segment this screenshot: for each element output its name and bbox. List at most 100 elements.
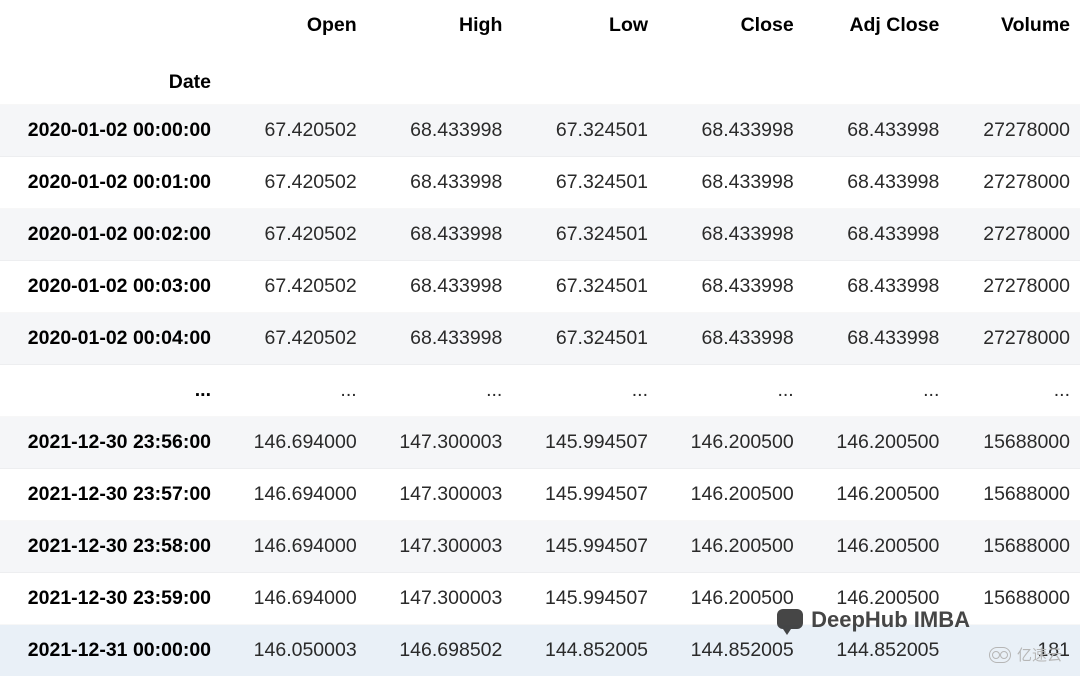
data-cell: 15688000 xyxy=(949,417,1080,469)
data-cell: 147.300003 xyxy=(367,521,513,573)
row-index-cell: 2020-01-02 00:02:00 xyxy=(0,209,221,261)
data-cell: 67.324501 xyxy=(512,261,658,313)
data-cell: 68.433998 xyxy=(367,209,513,261)
row-index-cell: 2021-12-30 23:59:00 xyxy=(0,573,221,625)
data-cell: 146.200500 xyxy=(658,573,804,625)
data-cell: 146.694000 xyxy=(221,469,367,521)
data-cell: 67.420502 xyxy=(221,261,367,313)
data-cell: 145.994507 xyxy=(512,469,658,521)
column-header-adj-close: Adj Close xyxy=(804,0,950,51)
data-cell: ... xyxy=(804,365,950,417)
data-cell: 67.324501 xyxy=(512,313,658,365)
data-cell: 144.852005 xyxy=(804,625,950,676)
data-cell: 27278000 xyxy=(949,105,1080,157)
data-cell: 67.420502 xyxy=(221,157,367,209)
data-cell: 68.433998 xyxy=(804,313,950,365)
data-cell: 15688000 xyxy=(949,521,1080,573)
data-cell: 68.433998 xyxy=(658,105,804,157)
data-cell: 68.433998 xyxy=(804,209,950,261)
row-index-cell: 2020-01-02 00:01:00 xyxy=(0,157,221,209)
index-label: Date xyxy=(0,51,221,105)
data-cell: 68.433998 xyxy=(658,261,804,313)
row-index-cell: 2020-01-02 00:00:00 xyxy=(0,105,221,157)
column-header-low: Low xyxy=(512,0,658,51)
data-cell: 68.433998 xyxy=(658,313,804,365)
column-header-volume: Volume xyxy=(949,0,1080,51)
index-header-blank xyxy=(0,0,221,51)
data-cell: 15688000 xyxy=(949,573,1080,625)
data-cell: ... xyxy=(949,365,1080,417)
data-cell: ... xyxy=(658,365,804,417)
data-cell: 67.420502 xyxy=(221,105,367,157)
data-cell: 68.433998 xyxy=(658,157,804,209)
data-cell: 68.433998 xyxy=(658,209,804,261)
data-cell: 27278000 xyxy=(949,261,1080,313)
data-cell: 146.200500 xyxy=(658,521,804,573)
table-row: ..................... xyxy=(0,365,1080,417)
table-row: 2020-01-02 00:03:0067.42050268.43399867.… xyxy=(0,261,1080,313)
data-cell: 68.433998 xyxy=(804,105,950,157)
data-cell: 68.433998 xyxy=(804,157,950,209)
data-cell: 147.300003 xyxy=(367,469,513,521)
column-header-open: Open xyxy=(221,0,367,51)
row-index-cell: 2020-01-02 00:04:00 xyxy=(0,313,221,365)
table-row: 2021-12-30 23:56:00146.694000147.3000031… xyxy=(0,417,1080,469)
data-cell: 68.433998 xyxy=(367,261,513,313)
row-index-cell: 2020-01-02 00:03:00 xyxy=(0,261,221,313)
data-cell: 145.994507 xyxy=(512,573,658,625)
column-header-close: Close xyxy=(658,0,804,51)
data-cell: 67.324501 xyxy=(512,105,658,157)
data-cell: 67.324501 xyxy=(512,209,658,261)
data-cell: 67.420502 xyxy=(221,313,367,365)
data-cell: 68.433998 xyxy=(804,261,950,313)
data-cell: 145.994507 xyxy=(512,417,658,469)
data-cell: 181 xyxy=(949,625,1080,676)
data-cell: ... xyxy=(512,365,658,417)
column-header-high: High xyxy=(367,0,513,51)
table-row: 2021-12-31 00:00:00146.050003146.6985021… xyxy=(0,625,1080,676)
data-cell: 146.050003 xyxy=(221,625,367,676)
table-row: 2020-01-02 00:02:0067.42050268.43399867.… xyxy=(0,209,1080,261)
data-cell: 27278000 xyxy=(949,209,1080,261)
table-row: 2021-12-30 23:58:00146.694000147.3000031… xyxy=(0,521,1080,573)
data-cell: 145.994507 xyxy=(512,521,658,573)
table-row: 2021-12-30 23:57:00146.694000147.3000031… xyxy=(0,469,1080,521)
data-cell: 68.433998 xyxy=(367,313,513,365)
data-cell: 144.852005 xyxy=(512,625,658,676)
dataframe-table: Open High Low Close Adj Close Volume Dat… xyxy=(0,0,1080,676)
row-index-cell: 2021-12-30 23:57:00 xyxy=(0,469,221,521)
data-cell: 146.200500 xyxy=(804,573,950,625)
row-index-cell: 2021-12-30 23:56:00 xyxy=(0,417,221,469)
table-row: 2020-01-02 00:04:0067.42050268.43399867.… xyxy=(0,313,1080,365)
table-row: 2020-01-02 00:01:0067.42050268.43399867.… xyxy=(0,157,1080,209)
data-cell: 146.698502 xyxy=(367,625,513,676)
index-header-row: Date xyxy=(0,51,1080,105)
data-cell: 27278000 xyxy=(949,313,1080,365)
column-header-row: Open High Low Close Adj Close Volume xyxy=(0,0,1080,51)
data-cell: 67.420502 xyxy=(221,209,367,261)
table-row: 2020-01-02 00:00:0067.42050268.43399867.… xyxy=(0,105,1080,157)
row-index-cell: 2021-12-30 23:58:00 xyxy=(0,521,221,573)
data-cell: 68.433998 xyxy=(367,105,513,157)
data-cell: 146.200500 xyxy=(658,469,804,521)
data-cell: 146.694000 xyxy=(221,573,367,625)
data-cell: 147.300003 xyxy=(367,417,513,469)
data-cell: 144.852005 xyxy=(658,625,804,676)
data-cell: 68.433998 xyxy=(367,157,513,209)
data-cell: 146.200500 xyxy=(804,521,950,573)
data-cell: 146.200500 xyxy=(804,469,950,521)
data-cell: ... xyxy=(221,365,367,417)
row-index-cell: 2021-12-31 00:00:00 xyxy=(0,625,221,676)
table-row: 2021-12-30 23:59:00146.694000147.3000031… xyxy=(0,573,1080,625)
data-cell: 67.324501 xyxy=(512,157,658,209)
data-cell: 15688000 xyxy=(949,469,1080,521)
data-cell: 27278000 xyxy=(949,157,1080,209)
data-cell: 146.200500 xyxy=(658,417,804,469)
data-cell: ... xyxy=(367,365,513,417)
table-body: 2020-01-02 00:00:0067.42050268.43399867.… xyxy=(0,105,1080,676)
data-cell: 146.694000 xyxy=(221,417,367,469)
data-cell: 146.200500 xyxy=(804,417,950,469)
row-index-cell: ... xyxy=(0,365,221,417)
data-cell: 147.300003 xyxy=(367,573,513,625)
data-cell: 146.694000 xyxy=(221,521,367,573)
